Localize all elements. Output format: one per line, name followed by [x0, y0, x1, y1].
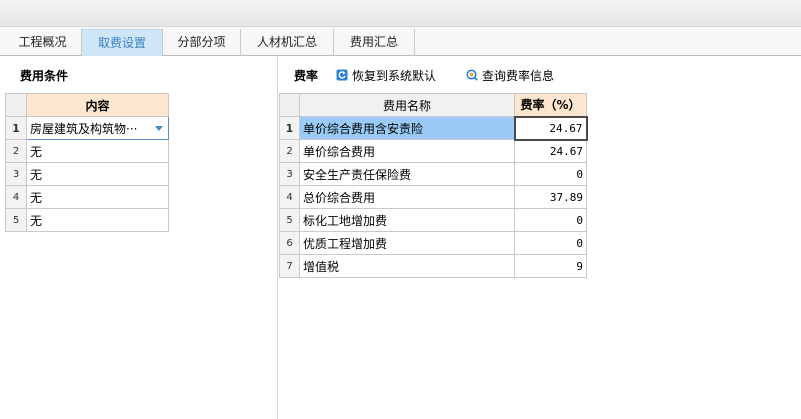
column-header-rate: 费率（%） — [514, 93, 587, 117]
fee-name-cell[interactable]: 标化工地增加费 — [299, 208, 515, 232]
condition-cell[interactable]: 无 — [26, 162, 169, 186]
table-row[interactable]: 4 无 — [5, 185, 169, 209]
row-index: 3 — [5, 162, 27, 186]
top-toolbar-strip — [0, 0, 801, 27]
fee-name-cell[interactable]: 优质工程增加费 — [299, 231, 515, 255]
search-icon — [466, 69, 478, 81]
table-row[interactable]: 3 安全生产责任保险费 0 — [279, 162, 587, 186]
table-row[interactable]: 5 无 — [5, 208, 169, 232]
tab-project-overview[interactable]: 工程概况 — [4, 29, 82, 56]
fee-conditions-title: 费用条件 — [20, 69, 69, 83]
condition-cell[interactable]: 无 — [26, 208, 169, 232]
condition-cell[interactable]: 无 — [26, 139, 169, 163]
fee-name-cell[interactable]: 单价综合费用含安责险 — [299, 116, 515, 140]
row-index: 5 — [279, 208, 300, 232]
table-row[interactable]: 7 增值税 9 — [279, 254, 587, 278]
row-index: 1 — [279, 116, 300, 140]
dropdown-arrow-icon[interactable] — [155, 126, 163, 131]
table-row[interactable]: 1 单价综合费用含安责险 24.67 — [279, 115, 588, 141]
row-index: 6 — [279, 231, 300, 255]
table-row[interactable]: 3 无 — [5, 162, 169, 186]
condition-cell[interactable]: 无 — [26, 185, 169, 209]
rate-cell[interactable]: 37.89 — [514, 185, 587, 209]
table-row[interactable]: 6 优质工程增加费 0 — [279, 231, 587, 255]
building-type-select[interactable]: 房屋建筑及构筑物··· — [26, 116, 169, 140]
row-index: 1 — [5, 116, 27, 140]
table-row[interactable]: 4 总价综合费用 37.89 — [279, 185, 587, 209]
tab-fee-settings[interactable]: 取费设置 — [82, 29, 163, 56]
tab-resource-summary[interactable]: 人材机汇总 — [241, 29, 334, 56]
rate-cell[interactable]: 0 — [514, 231, 587, 255]
table-corner — [5, 93, 27, 117]
query-rate-label: 查询费率信息 — [482, 68, 555, 83]
query-rate-button[interactable]: 查询费率信息 — [466, 66, 554, 84]
table-corner — [279, 93, 300, 117]
column-header-fee-name: 费用名称 — [299, 93, 515, 117]
rate-cell[interactable]: 0 — [514, 208, 587, 232]
tab-bar: 工程概况 取费设置 分部分项 人材机汇总 费用汇总 — [0, 27, 801, 56]
row-index: 2 — [5, 139, 27, 163]
row-index: 3 — [279, 162, 300, 186]
fee-name-cell[interactable]: 总价综合费用 — [299, 185, 515, 209]
tab-cost-summary[interactable]: 费用汇总 — [334, 29, 415, 56]
row-index: 2 — [279, 139, 300, 163]
fee-name-cell[interactable]: 安全生产责任保险费 — [299, 162, 515, 186]
row-index: 7 — [279, 254, 300, 278]
rate-cell[interactable]: 9 — [514, 254, 587, 278]
select-value: 房屋建筑及构筑物··· — [30, 121, 138, 136]
refresh-icon — [336, 69, 348, 81]
tab-division-items[interactable]: 分部分项 — [163, 29, 241, 56]
table-row[interactable]: 2 无 — [5, 139, 169, 163]
restore-default-label: 恢复到系统默认 — [352, 68, 437, 83]
table-row[interactable]: 1 房屋建筑及构筑物··· — [5, 116, 169, 140]
row-index: 5 — [5, 208, 27, 232]
table-row[interactable]: 5 标化工地增加费 0 — [279, 208, 587, 232]
restore-default-button[interactable]: 恢复到系统默认 — [336, 66, 436, 84]
fee-rate-title: 费率 — [294, 69, 319, 83]
row-index: 4 — [5, 185, 27, 209]
column-header-content: 内容 — [26, 93, 169, 117]
row-index: 4 — [279, 185, 300, 209]
panel-divider[interactable] — [277, 56, 278, 419]
fee-conditions-table: 内容 1 房屋建筑及构筑物··· 2 无 3 无 4 无 5 无 — [5, 93, 169, 232]
table-row[interactable]: 2 单价综合费用 24.67 — [279, 139, 587, 163]
rate-cell[interactable]: 0 — [514, 162, 587, 186]
rate-cell[interactable]: 24.67 — [513, 115, 588, 141]
fee-name-cell[interactable]: 增值税 — [299, 254, 515, 278]
fee-name-cell[interactable]: 单价综合费用 — [299, 139, 515, 163]
rate-cell[interactable]: 24.67 — [514, 139, 587, 163]
fee-rate-table: 费用名称 费率（%） 1 单价综合费用含安责险 24.67 2 单价综合费用 2… — [279, 93, 588, 278]
